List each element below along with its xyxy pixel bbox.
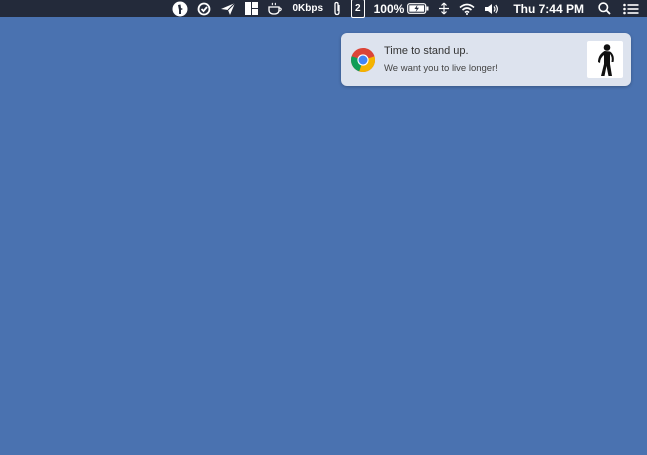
paperclip-icon[interactable] bbox=[332, 0, 342, 17]
volume-icon[interactable] bbox=[484, 0, 499, 17]
battery-charging-icon[interactable] bbox=[407, 0, 429, 17]
window-grid-icon[interactable] bbox=[245, 0, 259, 17]
bandwidth-readout[interactable]: 0Kbps bbox=[292, 0, 323, 17]
search-icon[interactable] bbox=[598, 0, 611, 17]
notification-title: Time to stand up. bbox=[384, 45, 469, 57]
coffee-cup-icon[interactable] bbox=[267, 0, 283, 17]
menu-bar: 0Kbps 2 100% Thu 7:44 PM bbox=[0, 0, 647, 18]
stretching-person-icon bbox=[587, 41, 623, 78]
notification-banner[interactable]: Time to stand up. We want you to live lo… bbox=[341, 33, 631, 86]
sync-arrows-icon[interactable] bbox=[438, 0, 450, 17]
airmail-icon[interactable] bbox=[220, 0, 236, 17]
notification-center-icon[interactable] bbox=[623, 0, 639, 17]
check-circle-icon[interactable] bbox=[197, 0, 211, 17]
chrome-icon bbox=[350, 47, 376, 73]
wifi-icon[interactable] bbox=[459, 0, 475, 17]
menubar-clock[interactable]: Thu 7:44 PM bbox=[513, 0, 584, 17]
menubar-app-icon[interactable] bbox=[172, 0, 188, 17]
desktop-number[interactable]: 2 bbox=[351, 0, 365, 18]
notification-body: We want you to live longer! bbox=[384, 63, 498, 74]
battery-percent[interactable]: 100% bbox=[374, 0, 405, 17]
